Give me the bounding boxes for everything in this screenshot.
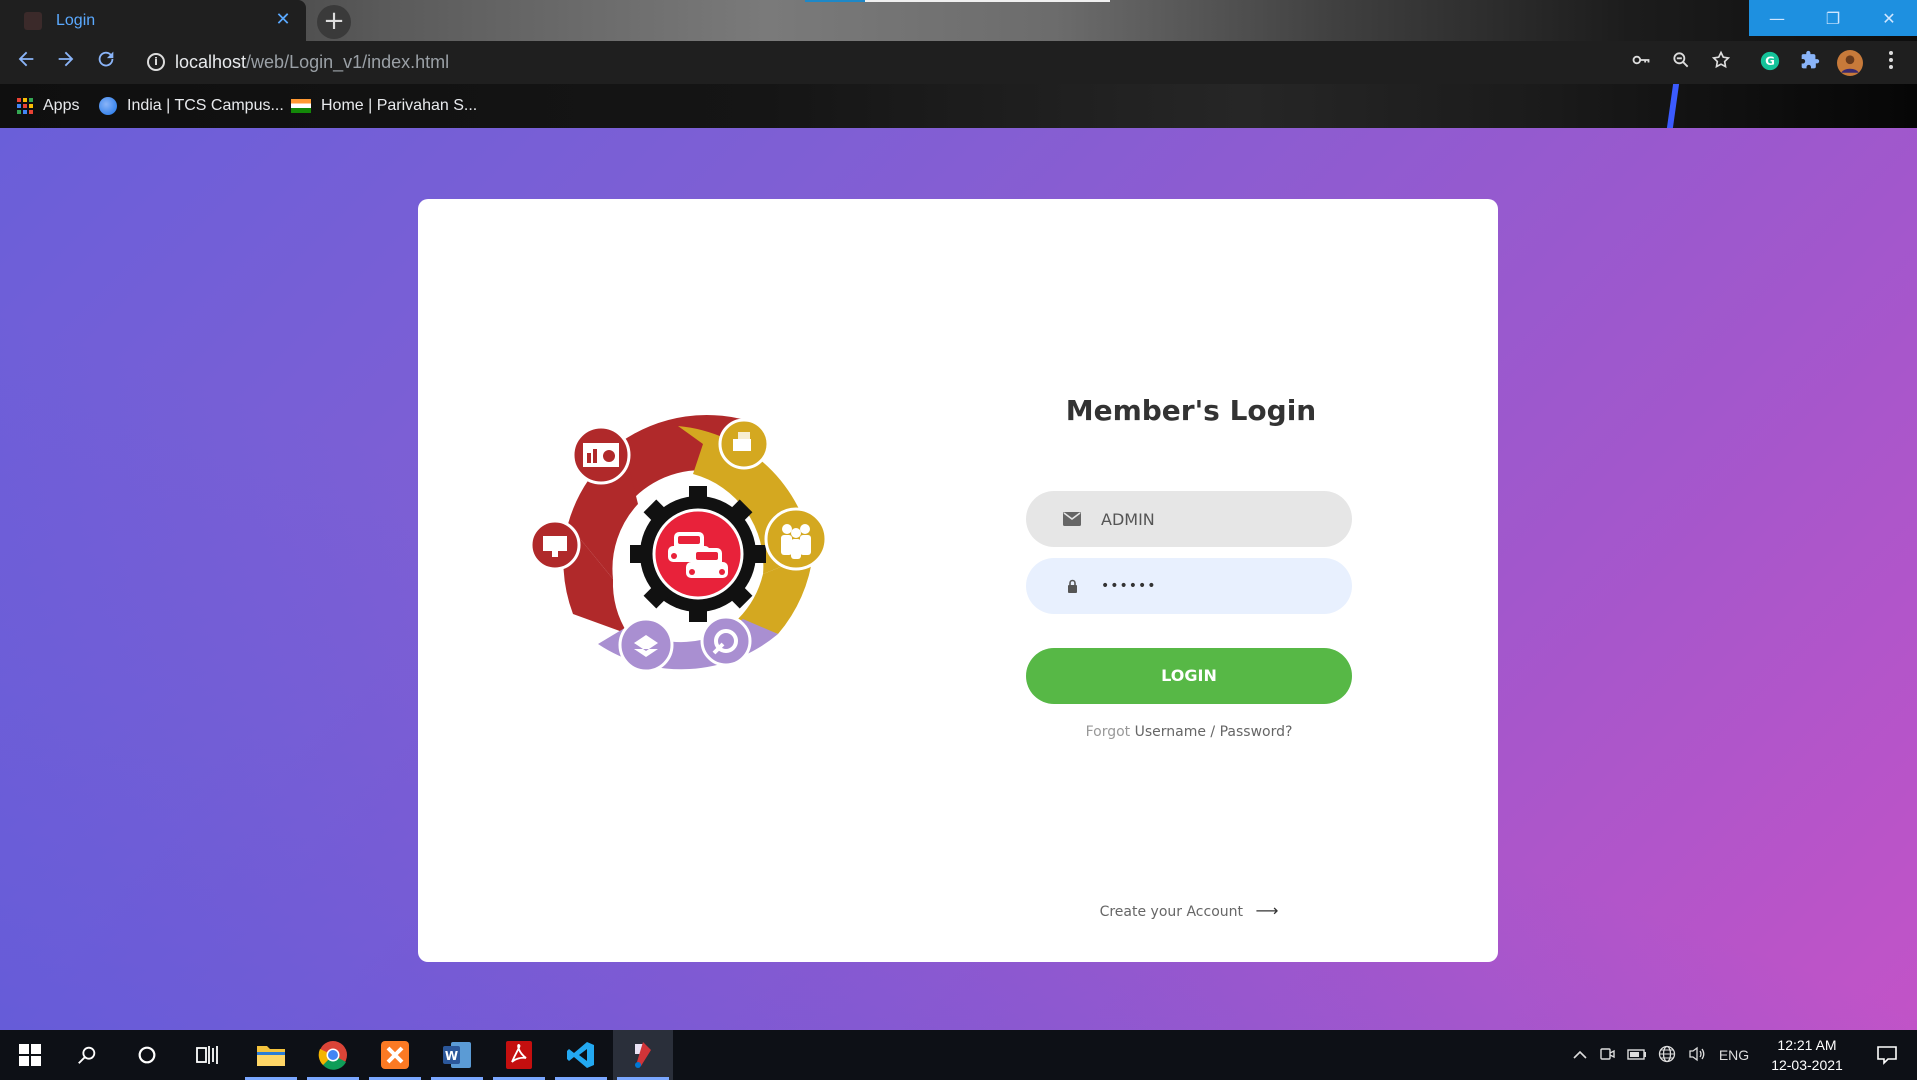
acrobat-icon[interactable] [489,1030,549,1080]
profile-avatar[interactable] [1837,50,1863,76]
forgot-username-password-link[interactable]: Username / Password? [1135,724,1293,740]
vscode-icon[interactable] [551,1030,611,1080]
username-value: ADMIN [1101,509,1155,529]
forgot-prefix: Forgot [1085,724,1131,740]
right-arrow-icon: ⟶ [1255,901,1279,920]
fleet-management-logo [529,414,828,673]
volume-icon[interactable] [1682,1046,1712,1065]
zoom-icon[interactable] [1668,50,1694,76]
minimize-button[interactable]: — [1749,0,1805,36]
windows-start-icon[interactable] [0,1030,60,1080]
network-globe-icon[interactable] [1652,1045,1682,1066]
file-explorer-icon[interactable] [241,1030,301,1080]
site-info-icon[interactable]: i [147,53,165,71]
address-bar[interactable]: i localhost/web/Login_v1/index.html [133,46,1873,79]
chevron-up-icon[interactable] [1568,1047,1592,1063]
bookmarks-bar: Apps India | TCS Campus... Home | Pariva… [0,84,1917,128]
login-card: Member's Login ADMIN •••••• LOGIN Forgot… [418,199,1498,962]
bookmark-label: Home | Parivahan S... [321,97,478,114]
clock-time: 12:21 AM [1777,1037,1837,1053]
lock-icon [1068,579,1077,593]
system-tray: ENG [1568,1030,1756,1080]
create-account-label: Create your Account [1099,904,1244,920]
clock-date: 12-03-2021 [1771,1057,1843,1073]
grammarly-extension-icon[interactable]: G [1757,50,1783,76]
forgot-credentials: Forgot Username / Password? [1026,724,1352,740]
tab-strip-accent-light [865,0,1110,2]
bookmark-apps[interactable]: Apps [17,94,79,118]
battery-icon[interactable] [1622,1047,1652,1063]
tab-strip-accent [805,0,865,2]
window-controls: — ❐ ✕ [1749,0,1917,36]
windows-taskbar: W ENG 12:21 AM 12-03-2021 [0,1030,1917,1080]
paint-app-icon[interactable] [613,1030,673,1080]
tab-login[interactable]: Login ✕ [0,0,306,41]
password-field[interactable]: •••••• [1026,558,1352,614]
svg-text:W: W [445,1049,458,1063]
india-flag-icon [291,99,311,113]
restore-button[interactable]: ❐ [1805,0,1861,36]
xampp-icon[interactable] [365,1030,425,1080]
taskbar-clock[interactable]: 12:21 AM 12-03-2021 [1762,1035,1852,1075]
tab-title: Login [56,11,96,29]
apps-grid-icon [17,98,33,114]
cortana-icon[interactable] [117,1030,177,1080]
password-value: •••••• [1101,578,1157,594]
page-favicon-icon [24,11,42,30]
login-title: Member's Login [1065,394,1317,427]
tab-close-icon[interactable]: ✕ [272,9,294,31]
bookmark-tcs-campus[interactable]: India | TCS Campus... [99,94,284,118]
word-icon[interactable]: W [427,1030,487,1080]
search-icon[interactable] [57,1030,117,1080]
bookmark-star-icon[interactable] [1708,50,1734,76]
username-field[interactable]: ADMIN [1026,491,1352,547]
back-arrow-icon[interactable] [11,48,41,78]
bookmark-label: Apps [43,97,80,114]
browser-menu-icon[interactable] [1878,50,1904,76]
tab-strip: Login ✕ + — ❐ ✕ [0,0,1917,41]
extensions-puzzle-icon[interactable] [1797,50,1823,76]
reload-icon[interactable] [91,48,121,78]
language-indicator[interactable]: ENG [1712,1047,1756,1063]
forward-arrow-icon[interactable] [51,48,81,78]
globe-icon [99,97,117,115]
url-text[interactable]: localhost/web/Login_v1/index.html [175,52,449,73]
browser-toolbar: i localhost/web/Login_v1/index.html G [0,41,1917,84]
close-window-button[interactable]: ✕ [1861,0,1917,36]
action-center-icon[interactable] [1857,1030,1917,1080]
new-tab-button[interactable]: + [317,5,351,39]
envelope-icon [1063,512,1081,526]
page-background: Member's Login ADMIN •••••• LOGIN Forgot… [0,128,1917,1030]
login-button[interactable]: LOGIN [1026,648,1352,704]
bookmark-label: India | TCS Campus... [127,97,284,114]
key-icon[interactable] [1628,50,1654,76]
create-account-link[interactable]: Create your Account ⟶ [1026,901,1352,920]
svg-text:G: G [1765,54,1775,68]
task-view-icon[interactable] [177,1030,237,1080]
bookmark-parivahan[interactable]: Home | Parivahan S... [291,94,477,118]
chrome-icon[interactable] [303,1030,363,1080]
meet-now-icon[interactable] [1592,1046,1622,1065]
